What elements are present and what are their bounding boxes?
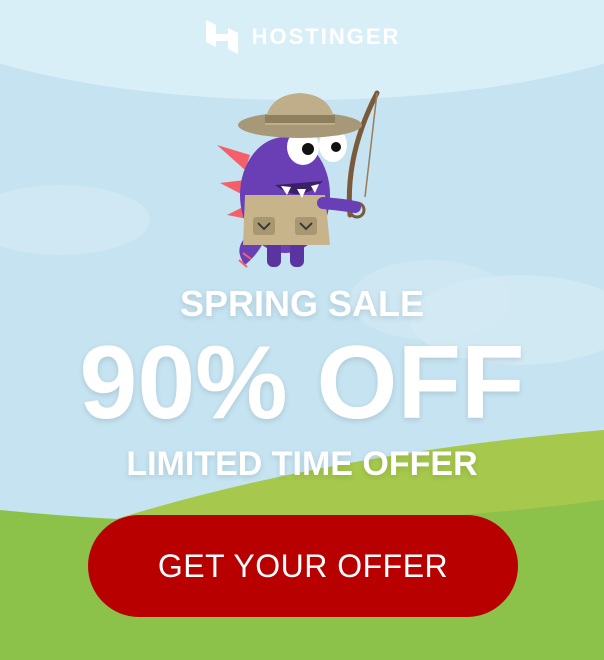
get-offer-button[interactable]: GET YOUR OFFER bbox=[88, 515, 518, 617]
limited-offer-subtitle: LIMITED TIME OFFER bbox=[126, 445, 478, 483]
monster-fisherman-icon bbox=[217, 90, 380, 268]
sale-label: SPRING SALE bbox=[179, 283, 425, 324]
discount-headline: 90% OFF bbox=[79, 325, 525, 441]
brand-header: HOSTINGER bbox=[0, 18, 604, 56]
hostinger-logo-icon[interactable] bbox=[204, 18, 240, 56]
ad-banner: HOSTINGER SPRING SALE 90% OFF LIMITED TI… bbox=[0, 0, 604, 660]
brand-name[interactable]: HOSTINGER bbox=[252, 24, 401, 50]
